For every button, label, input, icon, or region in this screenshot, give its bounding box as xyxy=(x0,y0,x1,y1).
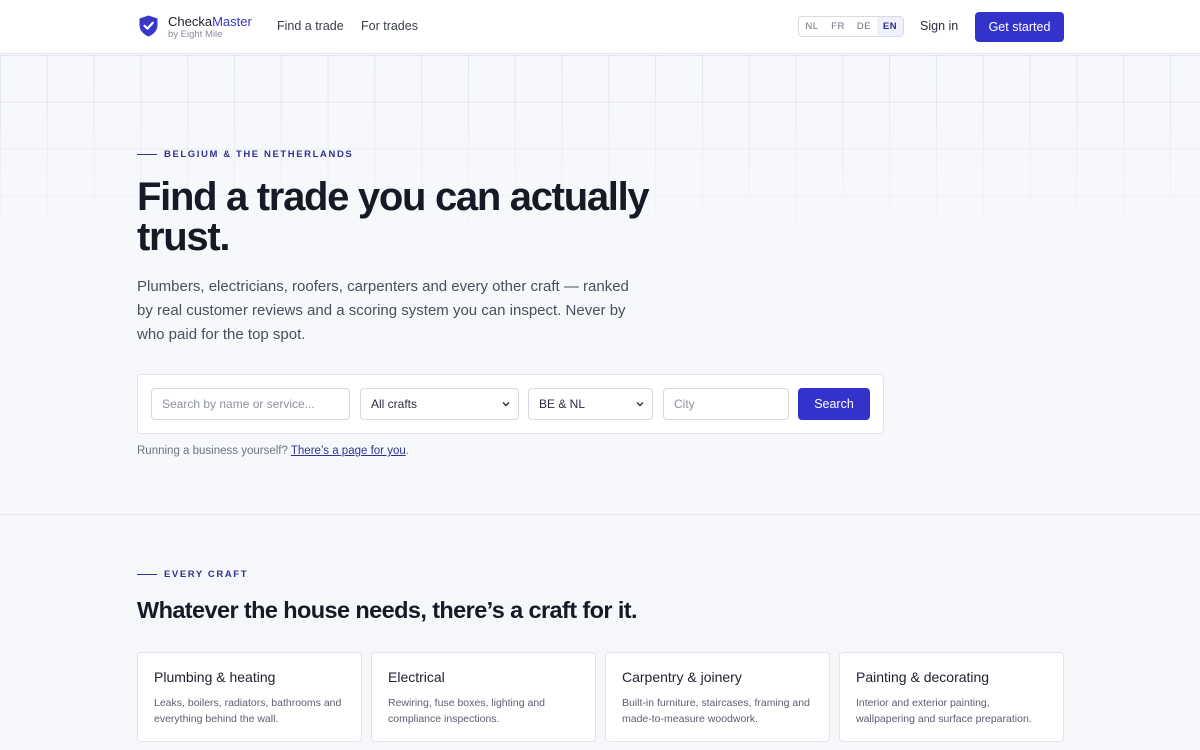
country-select-value: BE & NL xyxy=(539,397,586,411)
country-select[interactable]: BE & NL xyxy=(528,388,653,420)
craft-card-title: Painting & decorating xyxy=(856,669,990,685)
craft-card-carpentry[interactable]: Carpentry & joinery Built-in furniture, … xyxy=(605,652,830,742)
hero-title: Find a trade you can actually trust. xyxy=(137,175,650,259)
lang-en[interactable]: EN xyxy=(877,17,903,36)
crafts-title: Whatever the house needs, there’s a craf… xyxy=(137,597,638,623)
chevron-down-icon xyxy=(502,402,510,407)
craft-select-value: All crafts xyxy=(371,397,418,411)
hero-section: BELGIUM & THE NETHERLANDS Find a trade y… xyxy=(0,55,1200,515)
craft-card-title: Electrical xyxy=(388,669,445,685)
lang-nl[interactable]: NL xyxy=(799,17,825,36)
brand-name: CheckaMaster xyxy=(168,14,252,29)
brand-text: CheckaMaster by Eight Mile xyxy=(168,14,252,40)
city-input[interactable]: City xyxy=(663,388,789,420)
business-note: Running a business yourself? There’s a p… xyxy=(137,445,409,457)
lang-fr[interactable]: FR xyxy=(825,17,851,36)
craft-card-title: Carpentry & joinery xyxy=(622,669,742,685)
brand-subtitle: by Eight Mile xyxy=(168,29,223,40)
craft-select[interactable]: All crafts xyxy=(360,388,519,420)
nav-find-a-trade[interactable]: Find a trade xyxy=(277,19,344,33)
brand-logo[interactable]: CheckaMaster by Eight Mile xyxy=(139,14,252,40)
search-input[interactable]: Search by name or service... xyxy=(151,388,350,420)
nav-for-trades[interactable]: For trades xyxy=(361,19,418,33)
craft-card-painting[interactable]: Painting & decorating Interior and exter… xyxy=(839,652,1064,742)
site-header: CheckaMaster by Eight Mile Find a trade … xyxy=(0,0,1200,54)
search-panel: Search by name or service... All crafts … xyxy=(137,374,884,434)
chevron-down-icon xyxy=(636,402,644,407)
craft-card-desc: Built-in furniture, staircases, framing … xyxy=(622,697,810,725)
brand-name-main: Checka xyxy=(168,14,213,29)
lang-de[interactable]: DE xyxy=(851,17,877,36)
craft-card-title: Plumbing & heating xyxy=(154,669,276,685)
hero-eyebrow: BELGIUM & THE NETHERLANDS xyxy=(137,149,353,160)
get-started-button[interactable]: Get started xyxy=(975,12,1064,42)
craft-card-desc: Leaks, boilers, radiators, bathrooms and… xyxy=(154,697,342,725)
craft-card-electrical[interactable]: Electrical Rewiring, fuse boxes, lightin… xyxy=(371,652,596,742)
business-page-link[interactable]: There’s a page for you xyxy=(291,445,406,457)
sign-in-link[interactable]: Sign in xyxy=(920,19,958,33)
business-text: Running a business yourself? xyxy=(137,445,288,457)
craft-card-desc: Interior and exterior painting, wallpape… xyxy=(856,697,1032,725)
language-switcher: NL FR DE EN xyxy=(798,16,904,37)
search-button[interactable]: Search xyxy=(798,388,870,420)
craft-card-plumbing[interactable]: Plumbing & heating Leaks, boilers, radia… xyxy=(137,652,362,742)
hero-lead: Plumbers, electricians, roofers, carpent… xyxy=(137,278,629,343)
craft-card-desc: Rewiring, fuse boxes, lighting and compl… xyxy=(388,697,546,725)
business-suffix: . xyxy=(405,445,409,457)
crafts-eyebrow: EVERY CRAFT xyxy=(137,569,248,580)
brand-name-accent: Master xyxy=(212,14,252,29)
shield-check-icon xyxy=(139,15,158,37)
